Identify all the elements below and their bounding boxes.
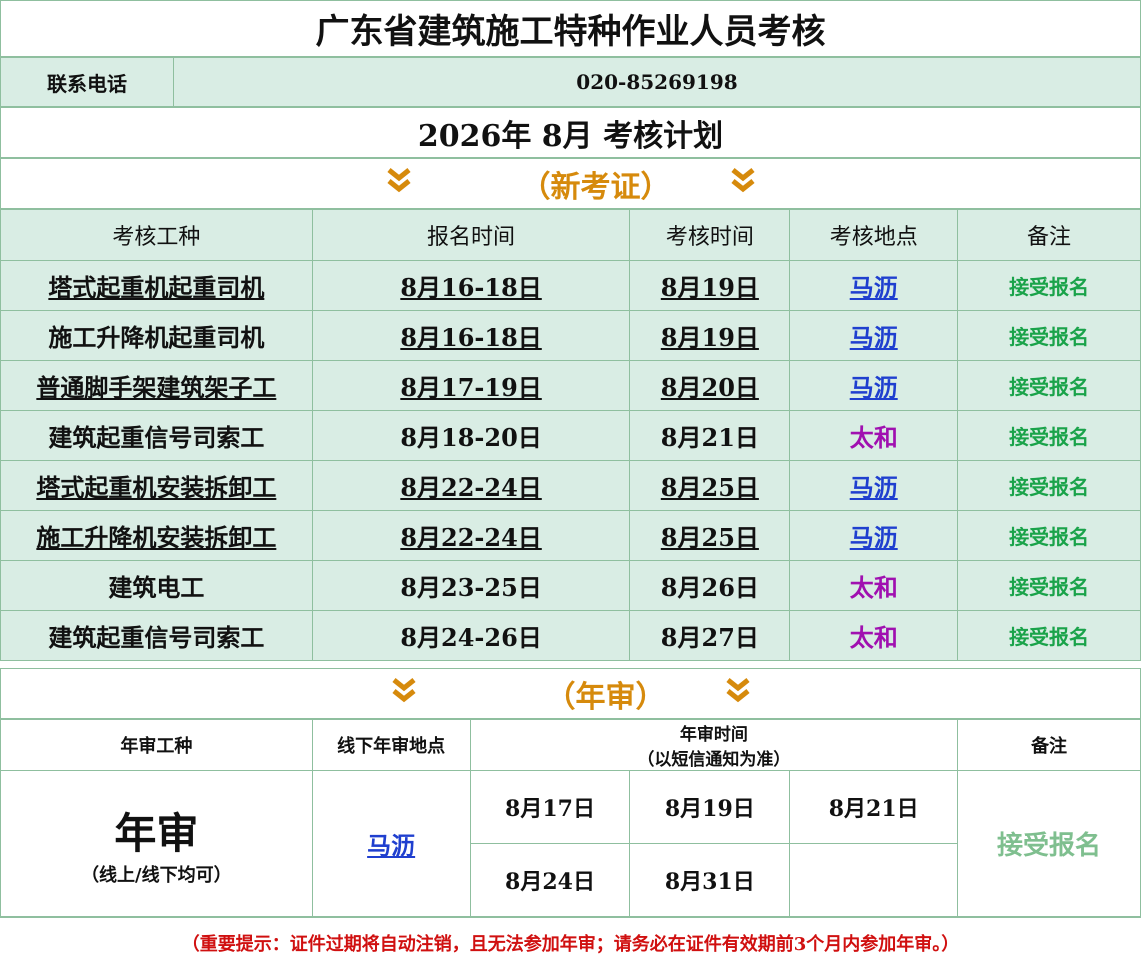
- signup-date-link[interactable]: 8月16-18日: [311, 260, 631, 311]
- exam-date: 8月27日: [629, 610, 791, 661]
- important-notice: （重要提示：证件过期将自动注销，且无法参加年审；请务必在证件有效期前3个月内参加…: [0, 917, 1141, 968]
- job-type: 施工升降机起重司机: [0, 310, 313, 361]
- table-row: 建筑电工 8月23-25日 8月26日 太和 接受报名: [0, 560, 1141, 611]
- exam-schedule-page: 广东省建筑施工特种作业人员考核 联系电话 020-85269198 2026年 …: [0, 0, 1141, 980]
- annual-type-cell: 年审 （线上/线下均可）: [0, 770, 313, 917]
- annual-time-label: 年审时间: [679, 725, 748, 745]
- exam-date-link[interactable]: 8月25日: [629, 510, 791, 561]
- annual-location-cell: 马沥: [311, 770, 471, 917]
- header-signup: 报名时间: [311, 209, 631, 261]
- header-location: 考核地点: [789, 209, 959, 261]
- exam-date-link[interactable]: 8月19日: [629, 310, 791, 361]
- phone-row: 联系电话 020-85269198: [0, 57, 1141, 107]
- status-badge: 接受报名: [957, 510, 1141, 561]
- chevron-down-icon: [391, 677, 416, 710]
- header-annual-type: 年审工种: [0, 719, 313, 771]
- exam-date-link[interactable]: 8月19日: [629, 260, 791, 311]
- status-badge: 接受报名: [957, 410, 1141, 461]
- job-type-link[interactable]: 施工升降机安装拆卸工: [0, 510, 313, 561]
- annual-time-note: （以短信通知为准）: [637, 750, 791, 770]
- status-badge: 接受报名: [957, 260, 1141, 311]
- chevron-down-icon: [730, 167, 755, 200]
- job-type: 建筑起重信号司索工: [0, 410, 313, 461]
- status-badge: 接受报名: [957, 460, 1141, 511]
- chevron-down-icon: [386, 167, 411, 200]
- exam-date: 8月21日: [629, 410, 791, 461]
- section-new-label: （新考证）: [520, 169, 671, 205]
- location: 太和: [789, 610, 959, 661]
- signup-date-link[interactable]: 8月22-24日: [311, 460, 631, 511]
- annual-date: 8月21日: [789, 770, 959, 844]
- annual-type-sub: （线上/线下均可）: [81, 865, 232, 886]
- status-badge: 接受报名: [997, 831, 1102, 861]
- signup-date: 8月24-26日: [311, 610, 631, 661]
- header-type: 考核工种: [0, 209, 313, 261]
- status-badge: 接受报名: [957, 560, 1141, 611]
- section-annual-label: （年审）: [545, 679, 666, 715]
- header-annual-time: 年审时间 （以短信通知为准）: [469, 719, 959, 771]
- section-annual: （年审）: [0, 668, 1141, 719]
- table-row: 塔式起重机起重司机 8月16-18日 8月19日 马沥 接受报名: [0, 260, 1141, 311]
- header-annual-location: 线下年审地点: [311, 719, 471, 771]
- annual-date: 8月17日: [469, 770, 631, 844]
- table-row: 塔式起重机安装拆卸工 8月22-24日 8月25日 马沥 接受报名: [0, 460, 1141, 511]
- signup-date-link[interactable]: 8月22-24日: [311, 510, 631, 561]
- phone-label: 联系电话: [1, 58, 174, 106]
- page-title: 广东省建筑施工特种作业人员考核: [0, 0, 1141, 57]
- exam-date-link[interactable]: 8月20日: [629, 360, 791, 411]
- status-badge: 接受报名: [957, 610, 1141, 661]
- chevron-down-icon: [725, 677, 750, 710]
- table-row: 普通脚手架建筑架子工 8月17-19日 8月20日 马沥 接受报名: [0, 360, 1141, 411]
- location-link[interactable]: 马沥: [789, 510, 959, 561]
- status-badge: 接受报名: [957, 310, 1141, 361]
- location-link[interactable]: 马沥: [789, 460, 959, 511]
- new-cert-table: 考核工种 报名时间 考核时间 考核地点 备注 塔式起重机起重司机 8月16-18…: [0, 209, 1141, 661]
- section-new-cert: （新考证）: [0, 158, 1141, 209]
- annual-location-link[interactable]: 马沥: [367, 831, 415, 860]
- signup-date: 8月18-20日: [311, 410, 631, 461]
- exam-date: 8月26日: [629, 560, 791, 611]
- header-note: 备注: [957, 209, 1141, 261]
- annual-date: 8月31日: [629, 843, 791, 917]
- table-row: 建筑起重信号司索工 8月24-26日 8月27日 太和 接受报名: [0, 610, 1141, 661]
- job-type: 建筑电工: [0, 560, 313, 611]
- location: 太和: [789, 560, 959, 611]
- table-row: 施工升降机起重司机 8月16-18日 8月19日 马沥 接受报名: [0, 310, 1141, 361]
- annual-type-title: 年审: [114, 809, 199, 858]
- signup-date-link[interactable]: 8月17-19日: [311, 360, 631, 411]
- location: 太和: [789, 410, 959, 461]
- table-header-row: 考核工种 报名时间 考核时间 考核地点 备注: [0, 209, 1141, 261]
- table-row: 建筑起重信号司索工 8月18-20日 8月21日 太和 接受报名: [0, 410, 1141, 461]
- signup-date-link[interactable]: 8月16-18日: [311, 310, 631, 361]
- header-annual-note: 备注: [957, 719, 1141, 771]
- table-row: 施工升降机安装拆卸工 8月22-24日 8月25日 马沥 接受报名: [0, 510, 1141, 561]
- job-type: 建筑起重信号司索工: [0, 610, 313, 661]
- location-link[interactable]: 马沥: [789, 360, 959, 411]
- job-type-link[interactable]: 塔式起重机起重司机: [0, 260, 313, 311]
- table-row: 年审 （线上/线下均可） 马沥 8月17日 8月19日 8月21日 接受报名: [0, 770, 1141, 917]
- exam-date-link[interactable]: 8月25日: [629, 460, 791, 511]
- annual-note-cell: 接受报名: [957, 770, 1141, 917]
- job-type-link[interactable]: 普通脚手架建筑架子工: [0, 360, 313, 411]
- signup-date: 8月23-25日: [311, 560, 631, 611]
- location-link[interactable]: 马沥: [789, 260, 959, 311]
- location-link[interactable]: 马沥: [789, 310, 959, 361]
- annual-date: 8月19日: [629, 770, 791, 844]
- annual-date-empty: [789, 843, 959, 917]
- status-badge: 接受报名: [957, 360, 1141, 411]
- annual-date: 8月24日: [469, 843, 631, 917]
- job-type-link[interactable]: 塔式起重机安装拆卸工: [0, 460, 313, 511]
- header-exam-time: 考核时间: [629, 209, 791, 261]
- plan-title: 2026年 8月 考核计划: [0, 107, 1141, 158]
- table-header-row: 年审工种 线下年审地点 年审时间 （以短信通知为准） 备注: [0, 719, 1141, 771]
- phone-number[interactable]: 020-85269198: [174, 58, 1140, 106]
- annual-review-table: 年审工种 线下年审地点 年审时间 （以短信通知为准） 备注 年审 （线上/线下均…: [0, 719, 1141, 917]
